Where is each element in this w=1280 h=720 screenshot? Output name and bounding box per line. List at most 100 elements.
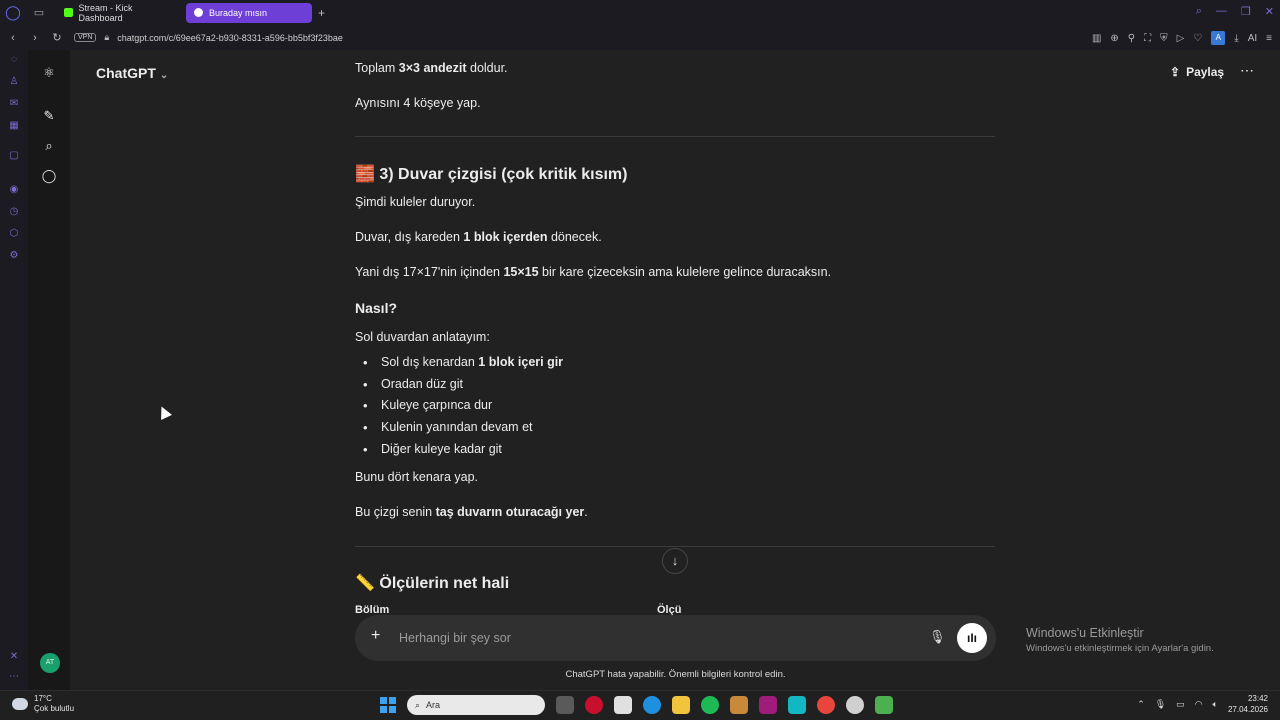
message-paragraph: Sol duvardan anlatayım: — [355, 330, 490, 344]
divider — [355, 546, 995, 547]
gx-icon[interactable]: ✕ — [7, 650, 21, 664]
prompt-input[interactable] — [399, 628, 899, 648]
file-explorer-icon[interactable] — [672, 696, 690, 714]
share-icon: ⇪ — [1170, 65, 1181, 79]
visual-studio-icon[interactable] — [759, 696, 777, 714]
search-icon: ⌕ — [415, 699, 421, 710]
avatar[interactable]: AT — [40, 653, 60, 673]
model-selector[interactable]: ChatGPT ⌄ — [96, 65, 168, 81]
chrome-icon[interactable] — [817, 696, 835, 714]
composer: + 🎙︎ ıIı — [355, 615, 996, 661]
weather-widget[interactable]: 17°C Çok bulutlu — [12, 694, 74, 714]
list-item: Kuleye çarpınca dur — [355, 398, 492, 413]
menu-icon[interactable]: ≡ — [1266, 33, 1272, 44]
windows-start-icon[interactable] — [380, 697, 396, 713]
aria-button[interactable]: AI — [1248, 33, 1257, 44]
snapshot-icon[interactable]: ⛶ — [1144, 33, 1151, 44]
aria-sidebar-icon[interactable]: ◌ — [7, 53, 21, 67]
search-icon[interactable]: ⌕ — [41, 138, 57, 154]
search-tabs-icon[interactable]: ⌕ — [1196, 5, 1202, 18]
browser-tab-strip: ◯ ▭ Stream - Kick Dashboard Buraday mısı… — [0, 0, 1280, 25]
n-app-icon[interactable] — [788, 696, 806, 714]
vpn-badge[interactable]: VPN — [74, 33, 97, 42]
add-attachment-icon[interactable]: + — [371, 627, 380, 645]
extensions-icon[interactable]: ⬡ — [7, 227, 21, 241]
player-sidebar-icon[interactable]: ◉ — [7, 183, 21, 197]
list-item: Diğer kuleye kadar git — [355, 442, 502, 457]
minecraft-icon[interactable] — [875, 696, 893, 714]
restore-icon[interactable]: ❐ — [1241, 5, 1251, 18]
opera-gx-icon[interactable] — [585, 696, 603, 714]
volume-icon[interactable]: 🔈︎ — [1213, 699, 1218, 710]
tab-label: Buraday mısın — [209, 7, 268, 18]
pin-icon[interactable]: ⚲ — [1128, 33, 1135, 44]
lock-icon[interactable]: 🔒︎ — [104, 32, 109, 43]
activation-watermark-subtitle: Windows'u etkinleştirmek için Ayarlar'a … — [1026, 643, 1214, 654]
store-icon[interactable] — [614, 696, 632, 714]
taskbar-apps: ⌕ Ara — [380, 695, 893, 715]
chevron-up-icon[interactable]: ⌃ — [1137, 699, 1145, 710]
reload-icon[interactable]: ↻ — [48, 31, 66, 44]
sidebar-app-icon[interactable]: ✉ — [7, 97, 21, 111]
tab-chatgpt[interactable]: Buraday mısın — [186, 2, 312, 23]
tab-kick-dashboard[interactable]: Stream - Kick Dashboard — [56, 3, 182, 23]
scroll-to-bottom-button[interactable]: ↓ — [662, 548, 688, 574]
back-icon[interactable]: ‹ — [4, 32, 22, 44]
zoom-icon[interactable]: ⊕ — [1110, 33, 1118, 44]
activation-watermark-title: Windows'u Etkinleştir — [1026, 626, 1144, 640]
download-icon[interactable]: ⤓ — [1234, 33, 1238, 44]
section-heading: 📏 Ölçülerin net hali — [355, 575, 510, 592]
ruler-icon: 📏 — [355, 575, 375, 592]
forward-icon[interactable]: › — [26, 32, 44, 44]
notepad-icon[interactable] — [730, 696, 748, 714]
voice-mode-button[interactable]: ıIı — [957, 623, 987, 653]
microphone-tray-icon[interactable]: 🎙︎ — [1155, 699, 1166, 710]
wifi-icon[interactable]: ◠ — [1195, 699, 1203, 710]
mouse-cursor-icon — [156, 404, 172, 420]
disclaimer: ChatGPT hata yapabilir. Önemli bilgileri… — [565, 669, 786, 680]
share-button[interactable]: ⇪ Paylaş — [1170, 65, 1224, 79]
settings-app-icon[interactable] — [846, 696, 864, 714]
display-icon[interactable]: ▭ — [1176, 699, 1185, 710]
player-icon[interactable]: ▷ — [1177, 33, 1185, 44]
minimize-icon[interactable]: — — [1216, 5, 1227, 18]
taskbar-search-placeholder: Ara — [426, 700, 441, 710]
taskbar-search[interactable]: ⌕ Ara — [407, 695, 545, 715]
message-paragraph: Bu çizgi senin taş duvarın oturacağı yer… — [355, 505, 588, 519]
sidebar-app-icon[interactable]: ♙ — [7, 75, 21, 89]
date: 27.04.2026 — [1227, 705, 1268, 714]
message-paragraph: Şimdi kuleler duruyor. — [355, 195, 476, 209]
list-item: Sol dış kenardan 1 blok içeri gir — [355, 355, 563, 370]
message-paragraph: Duvar, dış kareden 1 blok içerden dönece… — [355, 230, 602, 244]
library-icon[interactable]: ◯ — [41, 168, 57, 184]
weather-condition: Çok bulutlu — [34, 704, 75, 713]
settings-icon[interactable]: ⚙ — [7, 249, 21, 263]
new-tab-icon[interactable]: + — [318, 6, 325, 20]
task-view-icon[interactable] — [556, 696, 574, 714]
opera-sidebar: ◌ ♙ ✉ ▦ ▢ ◉ ◷ ⬡ ⚙ ✕ ⋯ — [0, 50, 28, 690]
split-view-icon[interactable]: ▥ — [1092, 33, 1101, 44]
url-field[interactable]: chatgpt.com/c/69ee67a2-b930-8331-a596-bb… — [117, 33, 343, 43]
twitch-icon[interactable]: ▢ — [7, 149, 21, 163]
system-tray: ⌃ 🎙︎ ▭ ◠ 🔈︎ 23:42 27.04.2026 — [1137, 693, 1268, 715]
more-sidebar-icon[interactable]: ⋯ — [7, 670, 21, 684]
more-options-icon[interactable]: ⋯ — [1240, 62, 1254, 79]
list-item: Kulenin yanından devam et — [355, 420, 533, 435]
message-paragraph: Aynısını 4 köşeye yap. — [355, 96, 481, 110]
kick-favicon-icon — [64, 8, 73, 17]
history-icon[interactable]: ◷ — [7, 205, 21, 219]
heart-icon[interactable]: ♡ — [1193, 33, 1202, 44]
close-icon[interactable]: ✕ — [1265, 5, 1274, 18]
opera-logo-icon[interactable]: ◯ — [0, 0, 26, 25]
spotify-icon[interactable] — [701, 696, 719, 714]
edge-icon[interactable] — [643, 696, 661, 714]
account-button[interactable]: A — [1211, 31, 1226, 45]
new-chat-icon[interactable]: ✎ — [41, 108, 57, 124]
messenger-icon[interactable]: ▦ — [7, 119, 21, 133]
workspaces-icon[interactable]: ▭ — [26, 6, 52, 19]
microphone-icon[interactable]: 🎙︎ — [929, 629, 946, 645]
clock[interactable]: 23:42 27.04.2026 — [1228, 693, 1268, 715]
divider — [355, 136, 995, 137]
openai-logo-icon[interactable]: ⚛ — [41, 65, 57, 81]
shield-icon[interactable]: ⛨ — [1160, 33, 1168, 44]
